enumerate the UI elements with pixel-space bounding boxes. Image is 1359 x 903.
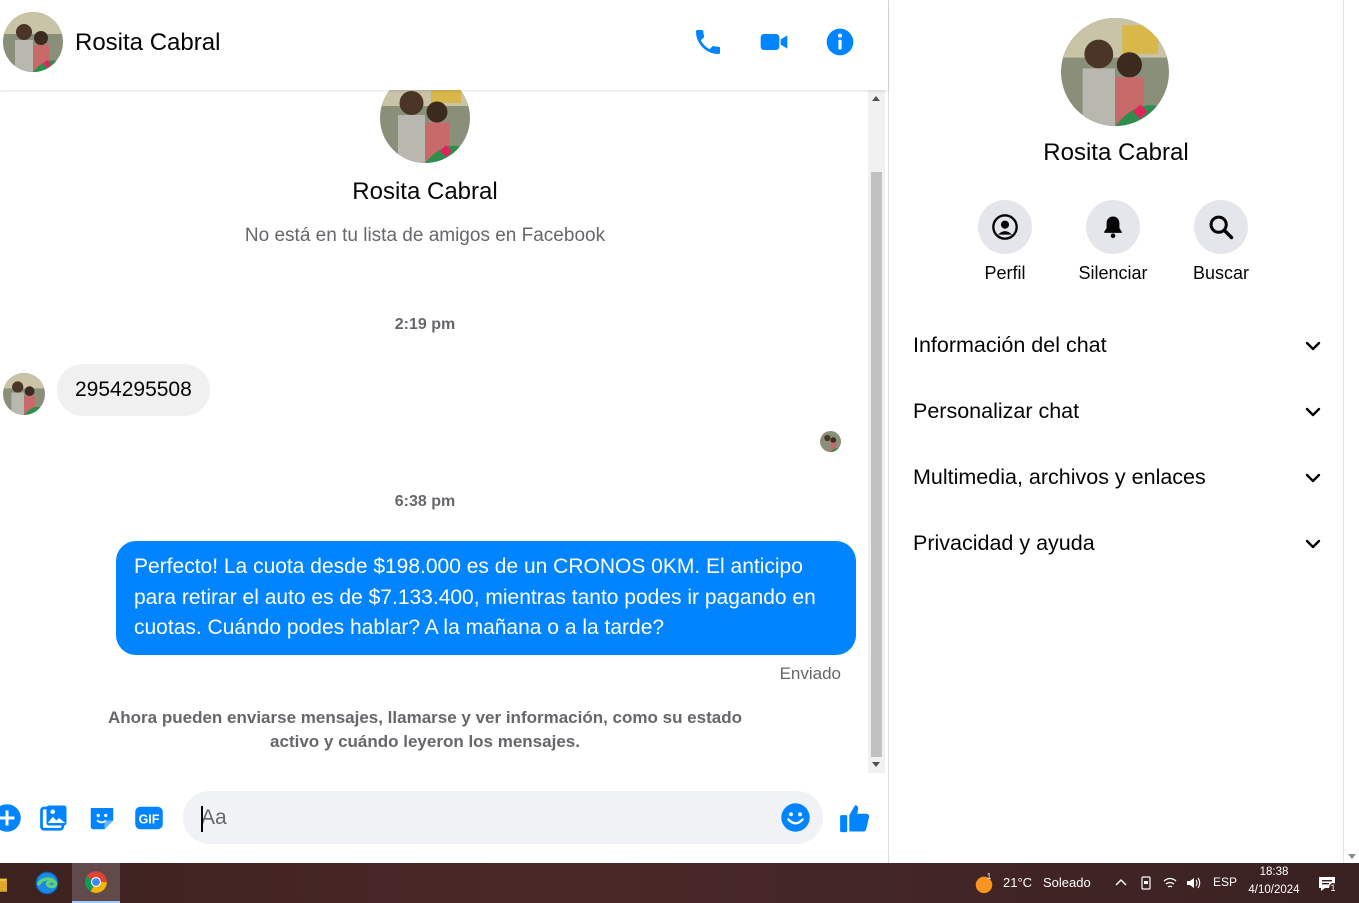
device-icon[interactable] bbox=[1138, 875, 1154, 891]
section-customize-chat[interactable]: Personalizar chat bbox=[913, 388, 1323, 436]
chat-header: Rosita Cabral bbox=[0, 0, 888, 90]
section-title: Información del chat bbox=[913, 333, 1107, 357]
chevron-down-icon bbox=[1305, 473, 1321, 483]
section-title: Multimedia, archivos y enlaces bbox=[913, 465, 1206, 489]
gif-label: GIF bbox=[139, 813, 160, 827]
chevron-up-icon[interactable] bbox=[1113, 875, 1129, 891]
mute-button[interactable]: Silenciar bbox=[1068, 200, 1158, 284]
friend-status-text: No está en tu lista de amigos en Faceboo… bbox=[244, 225, 606, 246]
info-icon[interactable] bbox=[824, 26, 856, 58]
message-status: Enviado bbox=[779, 664, 841, 683]
chevron-down-icon bbox=[1305, 539, 1321, 549]
chat-info-panel: Rosita Cabral Perfil Silenciar Buscar In… bbox=[889, 0, 1343, 863]
weather-condition[interactable]: Soleado bbox=[1043, 875, 1091, 890]
scroll-down-icon[interactable] bbox=[1348, 854, 1356, 859]
chrome-icon[interactable] bbox=[72, 863, 120, 903]
section-privacy-help[interactable]: Privacidad y ayuda bbox=[913, 520, 1323, 568]
gif-icon[interactable]: GIF bbox=[134, 803, 164, 833]
mute-label: Silenciar bbox=[1078, 263, 1148, 283]
scroll-thumb[interactable] bbox=[871, 172, 882, 757]
panel-contact-name: Rosita Cabral bbox=[1043, 139, 1189, 166]
section-chat-info[interactable]: Información del chat bbox=[913, 322, 1323, 370]
file-explorer-icon[interactable] bbox=[0, 863, 12, 903]
plus-icon[interactable] bbox=[0, 803, 22, 833]
phone-icon[interactable] bbox=[692, 26, 724, 58]
message-input[interactable] bbox=[201, 791, 771, 844]
text-cursor bbox=[201, 806, 203, 832]
video-camera-icon[interactable] bbox=[758, 26, 790, 58]
message-timestamp: 6:38 pm bbox=[394, 493, 456, 510]
wifi-icon[interactable] bbox=[1162, 875, 1178, 891]
emoji-icon[interactable] bbox=[780, 802, 811, 833]
contact-avatar[interactable] bbox=[3, 12, 63, 72]
contact-name[interactable]: Rosita Cabral bbox=[75, 29, 220, 57]
profile-name: Rosita Cabral bbox=[352, 178, 498, 205]
search-label: Buscar bbox=[1192, 263, 1250, 283]
profile-avatar bbox=[380, 90, 470, 163]
message-composer: GIF bbox=[0, 773, 888, 863]
chevron-down-icon bbox=[1305, 407, 1321, 417]
profile-button[interactable]: Perfil bbox=[960, 200, 1050, 284]
message-list[interactable]: Rosita Cabral No está en tu lista de ami… bbox=[0, 90, 868, 773]
chat-panel: Rosita Cabral Rosita Cabral No está en t… bbox=[0, 0, 888, 863]
photo-icon[interactable] bbox=[39, 803, 69, 833]
weather-badge: 1 bbox=[986, 872, 992, 881]
section-media-files-links[interactable]: Multimedia, archivos y enlaces bbox=[913, 454, 1323, 502]
volume-icon[interactable] bbox=[1185, 875, 1201, 891]
page-scrollbar[interactable] bbox=[1343, 0, 1359, 863]
windows-taskbar: 1 21°C Soleado ESP 18:38 4/10/2024 1 bbox=[0, 863, 1359, 903]
search-icon bbox=[1209, 215, 1234, 240]
clock-date[interactable]: 4/10/2024 bbox=[1244, 884, 1304, 896]
connection-notice: Ahora pueden enviarse mensajes, llamarse… bbox=[108, 708, 742, 751]
message-input-wrapper[interactable] bbox=[183, 791, 823, 844]
language-indicator[interactable]: ESP bbox=[1213, 875, 1237, 889]
sender-avatar[interactable] bbox=[3, 373, 45, 415]
bell-icon bbox=[1104, 216, 1122, 239]
scroll-up-icon[interactable] bbox=[872, 96, 880, 101]
weather-temperature[interactable]: 21°C bbox=[1003, 875, 1032, 890]
panel-avatar[interactable] bbox=[1061, 18, 1169, 126]
profile-label: Perfil bbox=[984, 263, 1026, 283]
search-button[interactable]: Buscar bbox=[1176, 200, 1266, 284]
outgoing-message[interactable]: Perfecto! La cuota desde $198.000 es de … bbox=[116, 541, 856, 655]
incoming-message[interactable]: 2954295508 bbox=[57, 364, 210, 416]
section-title: Privacidad y ayuda bbox=[913, 531, 1095, 555]
notification-count: 1 bbox=[1329, 883, 1337, 893]
scroll-down-icon[interactable] bbox=[872, 762, 880, 767]
message-timestamp: 2:19 pm bbox=[394, 316, 456, 333]
section-title: Personalizar chat bbox=[913, 399, 1080, 423]
chevron-down-icon bbox=[1305, 341, 1321, 351]
profile-icon bbox=[992, 214, 1018, 240]
thumbs-up-icon[interactable] bbox=[838, 801, 872, 835]
seen-indicator-avatar bbox=[820, 431, 841, 452]
message-scrollbar[interactable] bbox=[868, 90, 885, 773]
edge-icon[interactable] bbox=[23, 863, 71, 903]
sticker-icon[interactable] bbox=[87, 803, 117, 833]
clock-time[interactable]: 18:38 bbox=[1244, 866, 1304, 878]
